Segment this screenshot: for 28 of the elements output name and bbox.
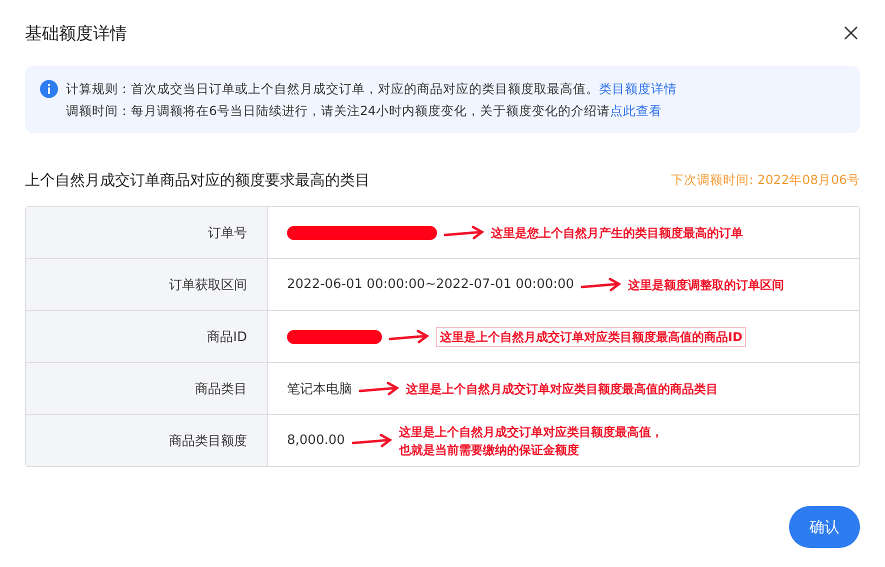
row-label: 订单号 [26,207,268,258]
annotation-text: 这里是上个自然月成交订单对应类目额度最高值的商品ID [436,326,746,346]
section-title: 上个自然月成交订单商品对应的额度要求最高的类目 [25,171,370,190]
link[interactable]: 点此查看 [610,103,662,118]
arrow-icon [443,226,485,240]
notice-text: 调额时间：每月调额将在6号当日陆续进行，请关注24小时内额度变化，关于额度变化的介绍请点此查看 [66,102,663,120]
row-label: 订单获取区间 [26,259,268,310]
row-label: 商品ID [26,311,268,362]
arrow-icon [350,434,393,448]
next-adjust-time: 下次调额时间: 2022年08月06号 [671,172,860,189]
annotation-text: 这里是上个自然月成交订单对应类目额度最高值， 也就是当前需要缴纳的保证金额度 [398,424,663,458]
row-label: 商品类目额度 [26,415,268,466]
arrow-icon [580,278,622,292]
row-label: 商品类目 [26,363,268,414]
close-button[interactable] [842,24,860,42]
info-icon [40,80,58,98]
link[interactable]: 类目额度详情 [599,81,677,96]
row-value: 笔记本电脑 [287,380,352,398]
annotation-text: 这里是上个自然月成交订单对应类目额度最高值的商品类目 [406,380,718,398]
annotation-text: 这里是额度调整取的订单区间 [628,276,784,294]
row-value: 2022-06-01 00:00:00~2022-07-01 00:00:00 [287,277,574,292]
annotation-text: 这里是您上个自然月产生的类目额度最高的订单 [491,224,743,242]
row-value: 8,000.00 [287,433,345,448]
arrow-icon [358,382,400,396]
confirm-button[interactable]: 确认 [789,506,860,548]
dialog-title: 基础额度详情 [25,22,127,44]
arrow-icon [388,330,430,344]
notice-text: 计算规则：首次成交当日订单或上个自然月成交订单，对应的商品对应的类目额度取最高值。类目额度详情 [66,80,677,98]
